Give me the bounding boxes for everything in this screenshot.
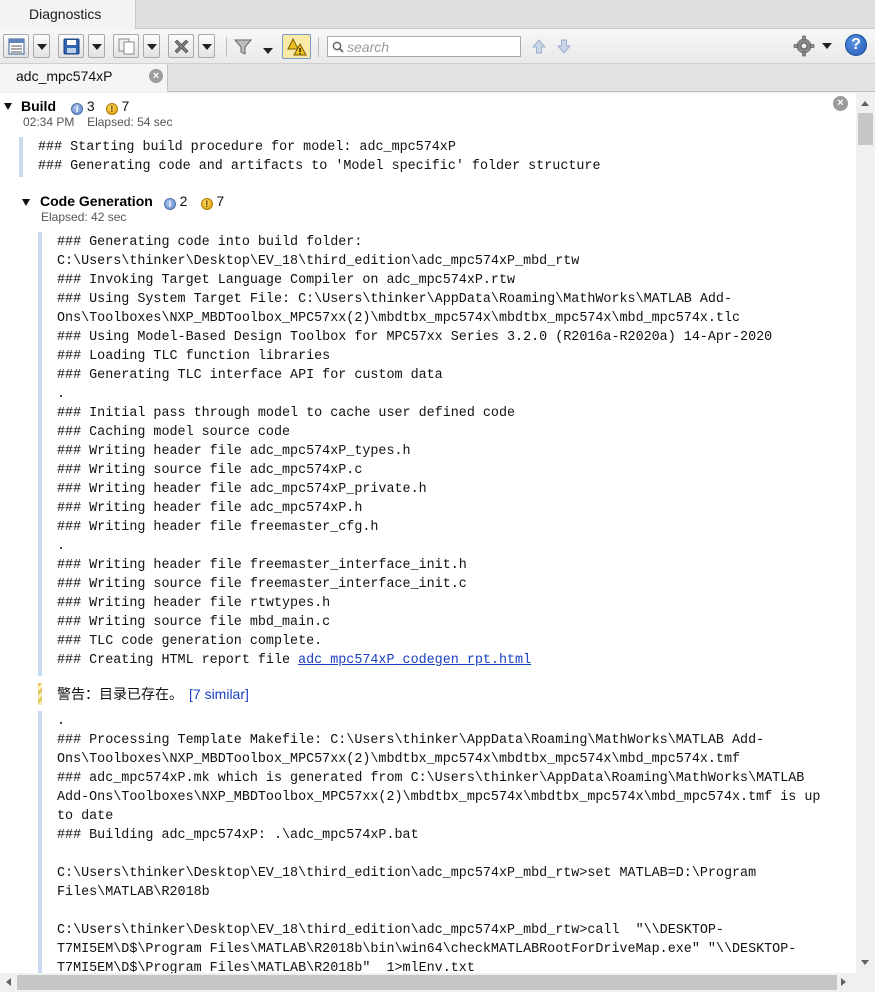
tab-diagnostics[interactable]: Diagnostics <box>0 0 136 29</box>
chevron-down-icon <box>263 48 273 54</box>
info-icon: i <box>164 198 177 210</box>
codegen-title: Code Generation <box>40 193 153 209</box>
collapse-codegen-icon[interactable] <box>22 199 30 206</box>
warning-accent-bar <box>38 683 42 705</box>
build-time: 02:34 PM <box>23 115 75 129</box>
clear-button[interactable] <box>168 34 194 58</box>
build-log: ### Starting build procedure for model: … <box>38 140 601 174</box>
scroll-down-icon[interactable] <box>861 960 869 965</box>
build-timing: 02:34 PM Elapsed: 54 sec <box>23 115 172 129</box>
save-dropdown[interactable] <box>88 34 105 58</box>
info-count: 3 <box>86 98 95 114</box>
warning-count: 7 <box>121 98 130 114</box>
codegen-stage-header: Code Generation i 2 ! 7 <box>40 193 224 210</box>
build-elapsed: Elapsed: 54 sec <box>87 115 173 129</box>
view-button[interactable] <box>3 34 29 58</box>
similar-warnings-link[interactable]: [7 similar] <box>189 686 249 702</box>
chevron-down-icon <box>822 43 832 49</box>
copy-icon <box>118 38 135 55</box>
scroll-corner <box>856 973 875 992</box>
scroll-up-icon[interactable] <box>861 101 869 106</box>
search-box[interactable] <box>327 36 521 57</box>
collapse-build-icon[interactable] <box>4 103 12 110</box>
tab-strip: Diagnostics <box>0 0 875 29</box>
scroll-right-icon[interactable] <box>841 978 846 986</box>
gear-icon <box>793 35 815 57</box>
scroll-thumb[interactable] <box>17 975 837 990</box>
copy-button[interactable] <box>113 34 139 58</box>
search-icon <box>332 41 344 53</box>
help-icon: ? <box>851 36 861 53</box>
close-tab-icon[interactable]: × <box>149 69 163 83</box>
close-icon[interactable]: × <box>833 96 848 111</box>
help-button[interactable]: ? <box>845 34 867 56</box>
arrow-up-icon <box>531 39 547 54</box>
codegen-elapsed: Elapsed: 42 sec <box>41 210 127 224</box>
model-tab-strip: adc_mpc574xP × <box>0 64 875 92</box>
build-title: Build <box>21 98 56 114</box>
warning-toggle-icon <box>287 38 307 56</box>
warning-icon: ! <box>200 198 213 210</box>
save-icon <box>63 38 80 55</box>
warning-icon: ! <box>105 103 118 115</box>
scroll-left-icon[interactable] <box>6 978 11 986</box>
chevron-down-icon <box>147 44 157 50</box>
codegen-log: ### Generating code into build folder: C… <box>57 235 773 649</box>
save-button[interactable] <box>58 34 84 58</box>
toolbar-separator <box>318 37 319 57</box>
warning-text: 警告：目录已存在。 <box>57 686 183 702</box>
report-prefix: ### Creating HTML report file <box>57 653 299 668</box>
make-log: . ### Processing Template Makefile: C:\U… <box>57 714 821 976</box>
report-line: ### Creating HTML report file adc_mpc574… <box>57 651 531 670</box>
toolbar-separator <box>226 37 227 57</box>
filter-icon <box>234 39 252 55</box>
warning-message: 警告：目录已存在。 [7 similar] <box>57 684 249 704</box>
copy-dropdown[interactable] <box>143 34 160 58</box>
chevron-down-icon <box>92 44 102 50</box>
chevron-down-icon <box>37 44 47 50</box>
tab-adc-mpc574xp[interactable]: adc_mpc574xP × <box>0 64 168 92</box>
log-accent-bar <box>19 137 23 177</box>
log-accent-bar <box>38 232 42 676</box>
view-dropdown[interactable] <box>33 34 50 58</box>
log-accent-bar <box>38 711 42 973</box>
arrow-down-icon <box>556 39 572 54</box>
tab-label: adc_mpc574xP <box>16 68 113 84</box>
settings-button[interactable] <box>793 35 833 57</box>
horizontal-scrollbar[interactable] <box>0 973 875 992</box>
next-match-button[interactable] <box>556 38 572 55</box>
clear-icon <box>174 39 189 54</box>
vertical-scrollbar[interactable] <box>856 93 875 973</box>
info-count: 2 <box>179 193 188 209</box>
info-icon: i <box>71 103 84 115</box>
clear-dropdown[interactable] <box>198 34 215 58</box>
build-stage-header: Build i 3 ! 7 <box>21 98 129 115</box>
warning-count: 7 <box>216 193 225 209</box>
chevron-down-icon <box>202 44 212 50</box>
scroll-thumb[interactable] <box>858 113 873 145</box>
show-warnings-toggle[interactable] <box>282 34 311 59</box>
filter-button[interactable] <box>234 36 273 58</box>
previous-match-button[interactable] <box>531 38 547 55</box>
view-icon <box>8 38 25 55</box>
search-input[interactable] <box>347 38 517 55</box>
codegen-report-link[interactable]: adc_mpc574xP_codegen_rpt.html <box>298 653 531 668</box>
